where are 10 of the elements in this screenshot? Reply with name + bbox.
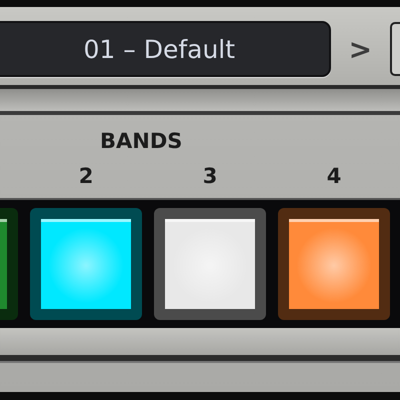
band-number: 4 [326,164,342,188]
bands-title: BANDS [100,129,182,153]
preset-display[interactable]: 01 – Default [0,21,331,77]
band-number: 2 [78,164,94,188]
side-button[interactable] [390,22,400,76]
band-number: 3 [202,164,218,188]
band-pad[interactable] [30,208,142,320]
band-pad[interactable] [154,208,266,320]
next-preset-button[interactable]: > [344,32,376,66]
band-pad[interactable] [278,208,390,320]
